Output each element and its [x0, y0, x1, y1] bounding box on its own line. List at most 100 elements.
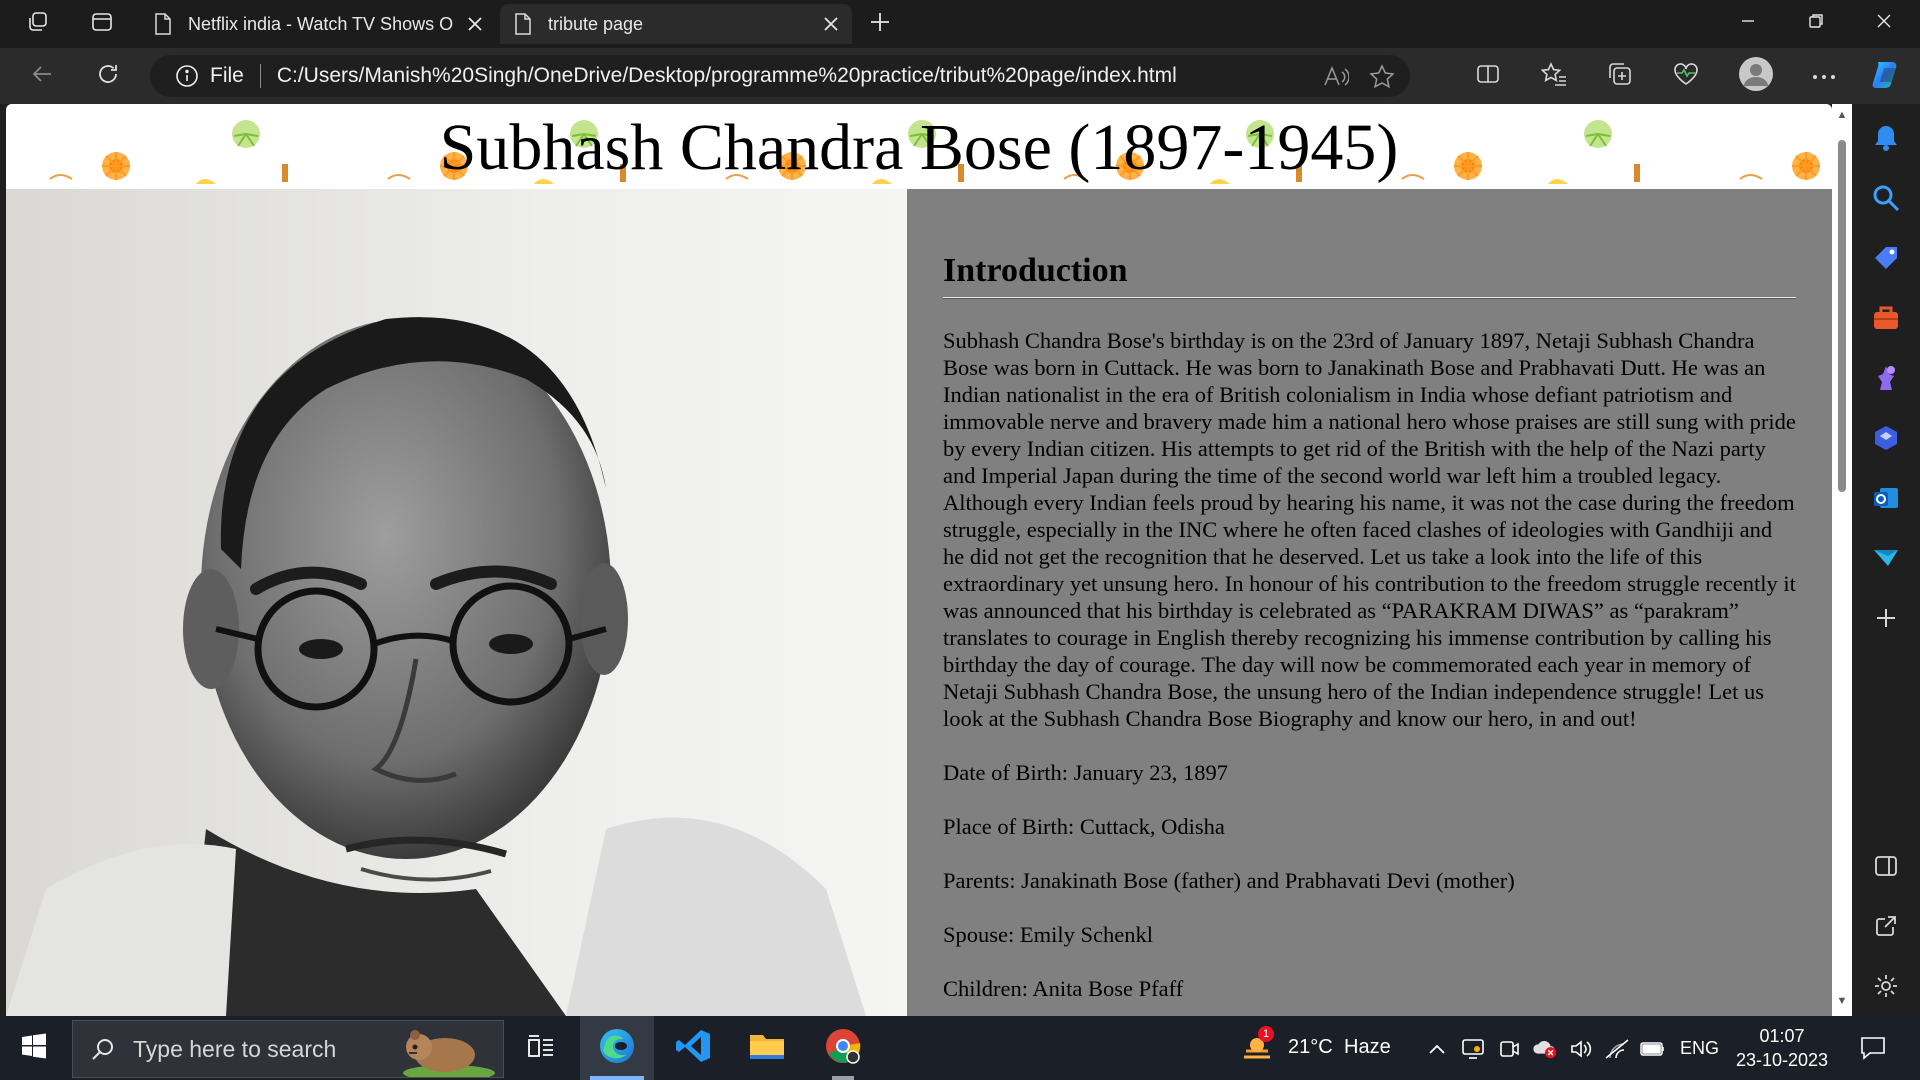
task-view-icon [526, 1033, 556, 1064]
clock-time: 01:07 [1759, 1026, 1805, 1046]
meet-now-icon[interactable] [1496, 1036, 1522, 1062]
page-title: Subhash Chandra Bose (1897-1945) [439, 111, 1399, 184]
windows-logo-icon [21, 1033, 47, 1064]
tools-icon[interactable] [1870, 302, 1902, 334]
collections-button[interactable] [1602, 58, 1638, 94]
taskbar-vscode[interactable] [656, 1016, 730, 1080]
taskbar-chrome[interactable] [806, 1016, 880, 1080]
taskbar-edge[interactable] [580, 1016, 654, 1080]
close-tab-icon[interactable] [820, 13, 842, 35]
page-icon [152, 13, 174, 35]
open-external-icon[interactable] [1870, 910, 1902, 942]
favorite-star-icon[interactable] [1368, 63, 1396, 91]
split-screen-button[interactable] [1470, 58, 1506, 94]
favorites-icon [1540, 61, 1567, 91]
close-tab-icon[interactable] [464, 13, 486, 35]
add-icon[interactable] [1870, 602, 1902, 634]
page-viewport: Subhash Chandra Bose (1897-1945) Introdu… [6, 104, 1832, 1016]
chrome-icon [824, 1027, 862, 1070]
page-icon [512, 13, 534, 35]
refresh-button[interactable] [90, 58, 126, 94]
task-view-button[interactable] [504, 1016, 578, 1080]
windows-taskbar: Type here to search 1 21°C Haze ENG 01:0… [0, 1016, 1920, 1080]
games-icon[interactable] [1870, 362, 1902, 394]
minimize-button[interactable] [1714, 0, 1782, 46]
avatar-icon [1738, 56, 1774, 97]
tab-netflix[interactable]: Netflix india - Watch TV Shows O [140, 4, 496, 44]
fact-place-of-birth: Place of Birth: Cuttack, Odisha [943, 814, 1225, 839]
weather-condition[interactable]: Haze [1344, 1036, 1391, 1059]
url-text[interactable]: C:/Users/Manish%20Singh/OneDrive/Desktop… [277, 64, 1177, 88]
heading-divider [943, 297, 1796, 299]
tab-title: Netflix india - Watch TV Shows O [188, 13, 454, 34]
gear-icon[interactable] [1870, 970, 1902, 1002]
edge-icon [597, 1026, 637, 1071]
active-indicator [590, 1076, 644, 1080]
microsoft-365-icon[interactable] [1870, 422, 1902, 454]
fact-date-of-birth: Date of Birth: January 23, 1897 [943, 760, 1228, 785]
shopping-tag-icon[interactable] [1870, 242, 1902, 274]
start-button[interactable] [14, 1030, 54, 1066]
info-icon[interactable] [174, 63, 200, 89]
drop-icon[interactable] [1870, 542, 1902, 574]
portrait-illustration [6, 189, 907, 1016]
clock-date: 23-10-2023 [1735, 1050, 1829, 1070]
close-window-button[interactable] [1850, 0, 1918, 46]
tab-title: tribute page [548, 13, 644, 34]
festive-banner: Subhash Chandra Bose (1897-1945) [6, 104, 1832, 189]
tab-actions-icon [91, 11, 113, 38]
copilot-icon [1868, 62, 1906, 98]
scrollbar-thumb[interactable] [1838, 140, 1846, 492]
favorites-button[interactable] [1536, 58, 1572, 94]
address-bar[interactable]: File C:/Users/Manish%20Singh/OneDrive/De… [150, 55, 1410, 97]
close-icon [1876, 13, 1892, 34]
fact-children: Children: Anita Bose Pfaff [943, 976, 1184, 1001]
browser-essentials-button[interactable] [1668, 58, 1704, 94]
folder-icon [748, 1029, 786, 1068]
scroll-up-icon[interactable]: ▲ [1835, 108, 1849, 122]
browser-toolbar: File C:/Users/Manish%20Singh/OneDrive/De… [0, 48, 1920, 104]
settings-and-more-button[interactable] [1806, 58, 1842, 94]
scroll-down-icon[interactable]: ▼ [1835, 994, 1849, 1008]
new-tab-button[interactable] [862, 6, 898, 42]
weather-temperature[interactable]: 21°C [1288, 1036, 1333, 1059]
read-aloud-icon[interactable] [1322, 63, 1350, 91]
wifi-icon[interactable] [1604, 1036, 1630, 1062]
tab-strip: Netflix india - Watch TV Shows O tribute… [0, 0, 1920, 48]
notification-center-icon[interactable] [1858, 1034, 1888, 1062]
input-language[interactable]: ENG [1680, 1038, 1719, 1059]
portrait-image [6, 189, 907, 1016]
volume-icon[interactable] [1568, 1036, 1594, 1062]
workspaces-button[interactable] [20, 6, 56, 42]
taskbar-file-explorer[interactable] [730, 1016, 804, 1080]
back-button[interactable] [24, 58, 60, 94]
onedrive-error-icon[interactable] [1532, 1036, 1558, 1062]
collections-icon [1607, 61, 1633, 92]
fact-parents: Parents: Janakinath Bose (father) and Pr… [943, 868, 1515, 893]
file-scheme-label: File [210, 64, 244, 87]
search-placeholder: Type here to search [133, 1035, 337, 1062]
section-heading: Introduction [943, 252, 1128, 289]
vertical-tabs-button[interactable] [84, 6, 120, 42]
restore-button[interactable] [1782, 0, 1850, 46]
page-scrollbar[interactable]: ▲ ▼ [1832, 104, 1852, 1016]
search-icon[interactable] [1870, 182, 1902, 214]
introduction-section: Introduction Subhash Chandra Bose's birt… [907, 189, 1832, 1016]
copilot-button[interactable] [1868, 56, 1906, 94]
display-icon[interactable] [1460, 1036, 1486, 1062]
show-hidden-icons-chevron-icon[interactable] [1424, 1036, 1450, 1062]
minimize-icon [1740, 13, 1756, 34]
battery-icon[interactable] [1640, 1036, 1666, 1062]
split-screen-icon [1476, 62, 1500, 91]
clock[interactable]: 01:07 23-10-2023 [1722, 1024, 1842, 1072]
tab-tribute-page[interactable]: tribute page [500, 4, 852, 44]
back-arrow-icon [30, 62, 54, 91]
more-dots-icon [1812, 67, 1836, 85]
open-indicator [832, 1076, 854, 1080]
taskbar-search-box[interactable]: Type here to search [72, 1020, 504, 1078]
outlook-icon[interactable] [1870, 482, 1902, 514]
intro-paragraph: Subhash Chandra Bose's birthday is on th… [943, 328, 1796, 731]
hide-sidebar-icon[interactable] [1870, 850, 1902, 882]
profile-button[interactable] [1736, 56, 1776, 96]
notification-bell-icon[interactable] [1870, 122, 1902, 154]
